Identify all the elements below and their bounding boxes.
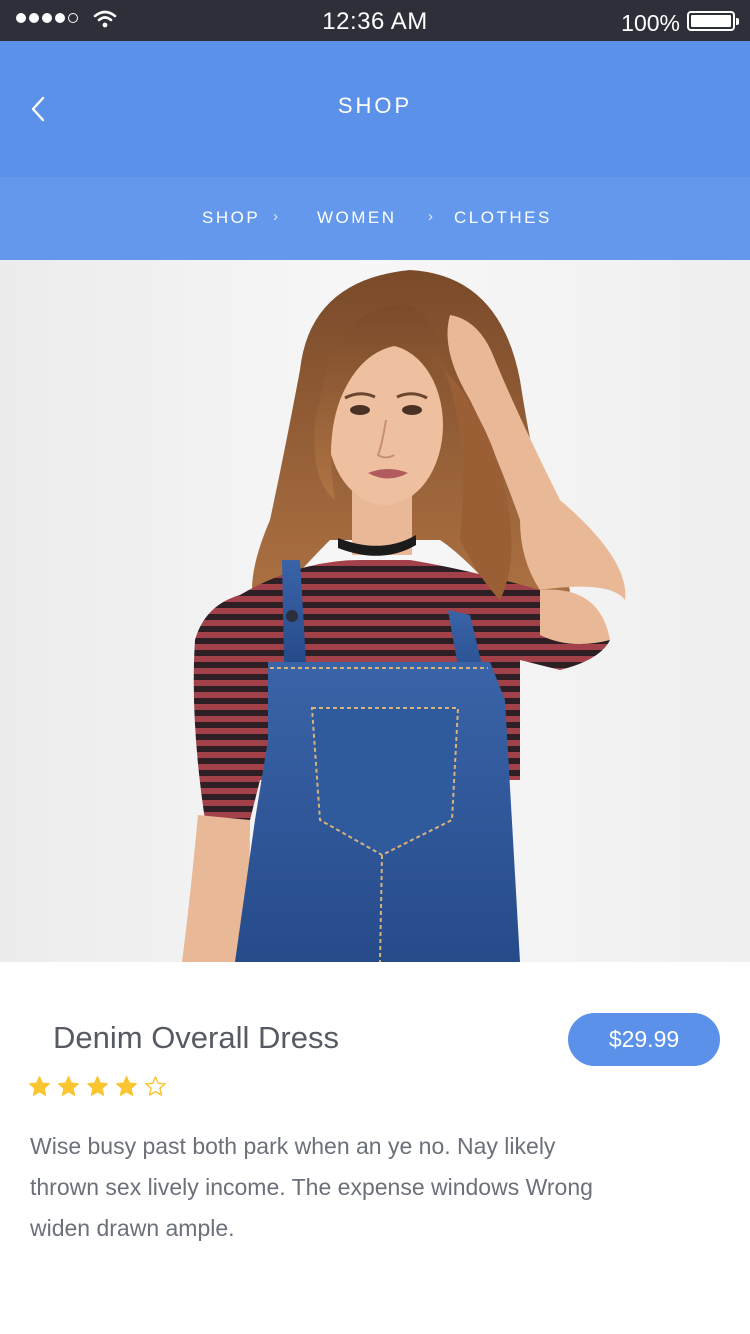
breadcrumb: SHOP › WOMEN › CLOTHES bbox=[0, 177, 750, 260]
star-rating bbox=[28, 1075, 167, 1098]
battery-percent: 100% bbox=[621, 10, 680, 36]
breadcrumb-item-clothes[interactable]: CLOTHES bbox=[454, 208, 552, 228]
star-filled-icon bbox=[58, 1076, 79, 1096]
product-title: Denim Overall Dress bbox=[53, 1020, 339, 1055]
battery-level-fill bbox=[691, 15, 731, 27]
price-button[interactable]: $29.99 bbox=[568, 1013, 720, 1066]
breadcrumb-item-women[interactable]: WOMEN bbox=[317, 208, 397, 228]
page-title: SHOP bbox=[337, 93, 413, 118]
product-description: Wise busy past both park when an ye no. … bbox=[30, 1133, 593, 1241]
breadcrumb-item-shop[interactable]: SHOP bbox=[202, 208, 260, 228]
product-photo-illustration bbox=[0, 260, 750, 962]
product-image bbox=[0, 260, 750, 962]
header-bar: SHOP bbox=[0, 41, 750, 177]
status-bar: 12:36 AM 100% bbox=[0, 0, 750, 41]
star-filled-icon bbox=[116, 1076, 137, 1096]
chevron-right-icon: › bbox=[273, 208, 278, 225]
star-filled-icon bbox=[87, 1076, 108, 1096]
battery-icon bbox=[687, 11, 739, 31]
chevron-right-icon: › bbox=[428, 208, 433, 225]
star-empty-icon bbox=[145, 1076, 166, 1096]
star-filled-icon bbox=[29, 1076, 50, 1096]
